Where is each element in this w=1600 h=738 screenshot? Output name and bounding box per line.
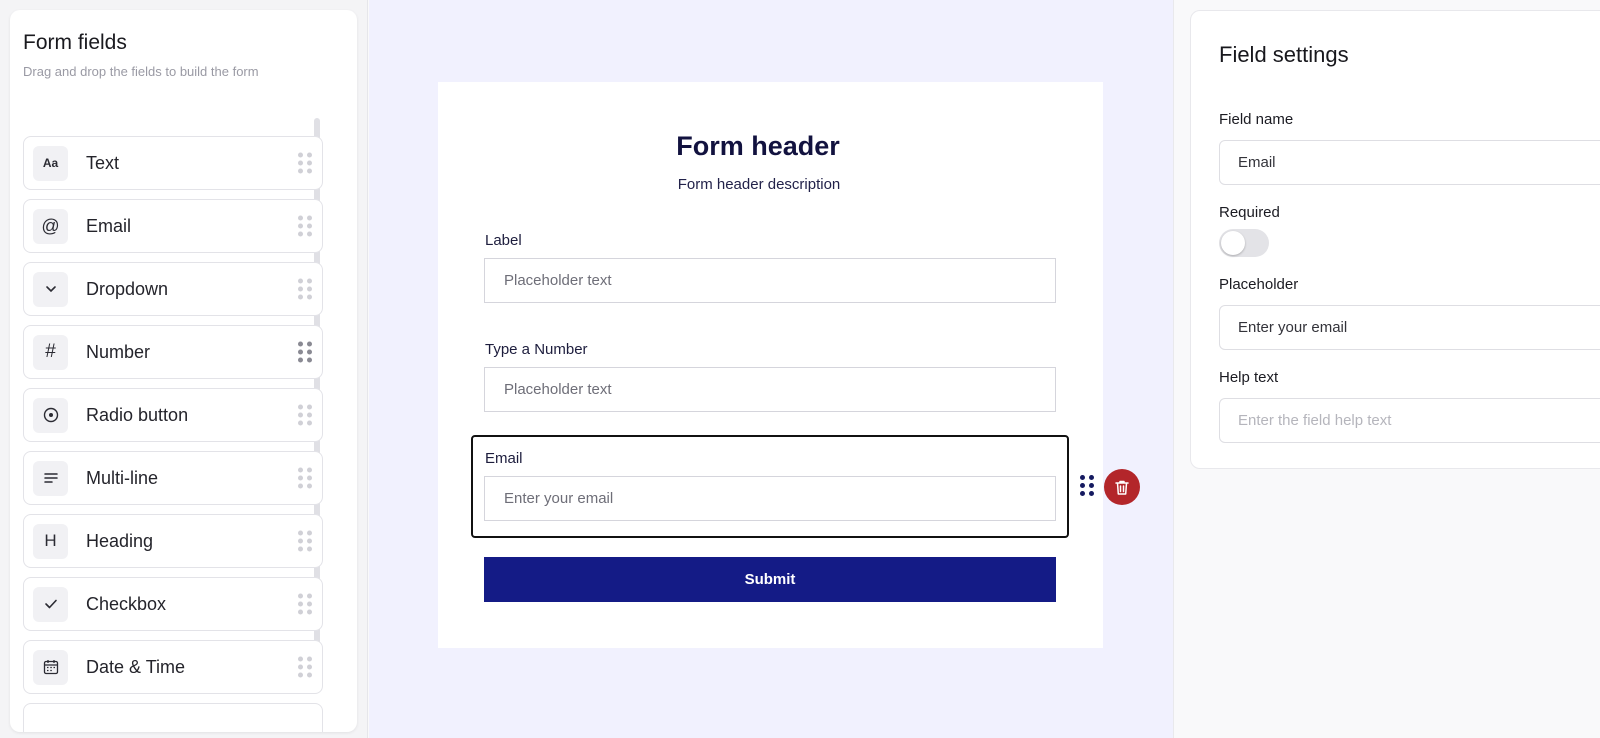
drag-handle-icon[interactable]: [298, 530, 312, 552]
form-preview-card: Form header Form header description Labe…: [438, 82, 1103, 648]
drag-handle-icon[interactable]: [298, 404, 312, 426]
field-item-label: Text: [86, 152, 120, 173]
chevron-down-icon: [33, 271, 68, 307]
required-toggle[interactable]: [1219, 229, 1269, 257]
drag-handle-icon[interactable]: [298, 215, 312, 237]
field-item-text[interactable]: Aa Text: [23, 136, 323, 190]
field-item-label: Email: [86, 215, 132, 236]
help-text-label: Help text: [1219, 369, 1279, 386]
field-item-heading[interactable]: H Heading: [23, 514, 323, 568]
form-header-description[interactable]: Form header description: [438, 176, 1080, 193]
field-item-label: Checkbox: [86, 593, 167, 614]
form-field-label: Type a Number: [485, 341, 588, 358]
required-label: Required: [1219, 204, 1280, 221]
form-field-label: Email: [485, 450, 523, 467]
delete-field-button[interactable]: [1104, 469, 1140, 505]
form-fields-title: Form fields: [23, 31, 127, 54]
calendar-icon: [33, 649, 68, 685]
field-item-label: Radio button: [86, 404, 189, 425]
field-item-date-time[interactable]: Date & Time: [23, 640, 323, 694]
field-item-label: Heading: [86, 530, 154, 551]
form-field-label: Label: [485, 232, 522, 249]
drag-handle-icon[interactable]: [1080, 475, 1094, 496]
field-name-label: Field name: [1219, 111, 1294, 128]
radio-icon: [33, 397, 68, 433]
form-builder-canvas: Form header Form header description Labe…: [369, 0, 1173, 738]
form-email-input[interactable]: Enter your email: [484, 476, 1056, 521]
field-item-checkbox[interactable]: Checkbox: [23, 577, 323, 631]
field-item-dropdown[interactable]: Dropdown: [23, 262, 323, 316]
drag-handle-icon[interactable]: [298, 341, 312, 363]
field-item-label: Date & Time: [86, 656, 186, 677]
field-settings-title: Field settings: [1219, 42, 1349, 67]
drag-handle-icon[interactable]: [298, 467, 312, 489]
hash-icon: #: [33, 334, 68, 370]
drag-handle-icon[interactable]: [298, 278, 312, 300]
field-name-input[interactable]: Email: [1219, 140, 1600, 185]
field-item-email[interactable]: @ Email: [23, 199, 323, 253]
field-item-partial[interactable]: [23, 703, 323, 732]
field-settings-panel: Field settings Field name Email Required…: [1190, 10, 1600, 469]
field-item-label: Dropdown: [86, 278, 169, 299]
form-number-input[interactable]: Placeholder text: [484, 367, 1056, 412]
drag-handle-icon[interactable]: [298, 593, 312, 615]
heading-icon: H: [33, 523, 68, 559]
drag-handle-icon[interactable]: [298, 152, 312, 174]
field-item-radio-button[interactable]: Radio button: [23, 388, 323, 442]
toggle-knob: [1221, 231, 1245, 255]
trash-icon: [1115, 480, 1129, 495]
field-item-number[interactable]: # Number: [23, 325, 323, 379]
at-sign-icon: @: [33, 208, 68, 244]
placeholder-input[interactable]: Enter your email: [1219, 305, 1600, 350]
form-header-title[interactable]: Form header: [438, 131, 1078, 162]
drag-handle-icon[interactable]: [298, 656, 312, 678]
text-format-icon: Aa: [33, 145, 68, 181]
submit-button[interactable]: Submit: [484, 557, 1056, 602]
field-palette-list: Aa Text @ Email Dropdown # Number Radio …: [23, 136, 323, 732]
field-item-multi-line[interactable]: Multi-line: [23, 451, 323, 505]
field-item-label: Multi-line: [86, 467, 159, 488]
multiline-icon: [33, 460, 68, 496]
form-text-input[interactable]: Placeholder text: [484, 258, 1056, 303]
form-fields-subtitle: Drag and drop the fields to build the fo…: [23, 64, 259, 79]
help-text-input[interactable]: Enter the field help text: [1219, 398, 1600, 443]
placeholder-label: Placeholder: [1219, 276, 1299, 293]
form-fields-panel: Form fields Drag and drop the fields to …: [10, 10, 357, 732]
check-icon: [33, 586, 68, 622]
field-item-label: Number: [86, 341, 151, 362]
